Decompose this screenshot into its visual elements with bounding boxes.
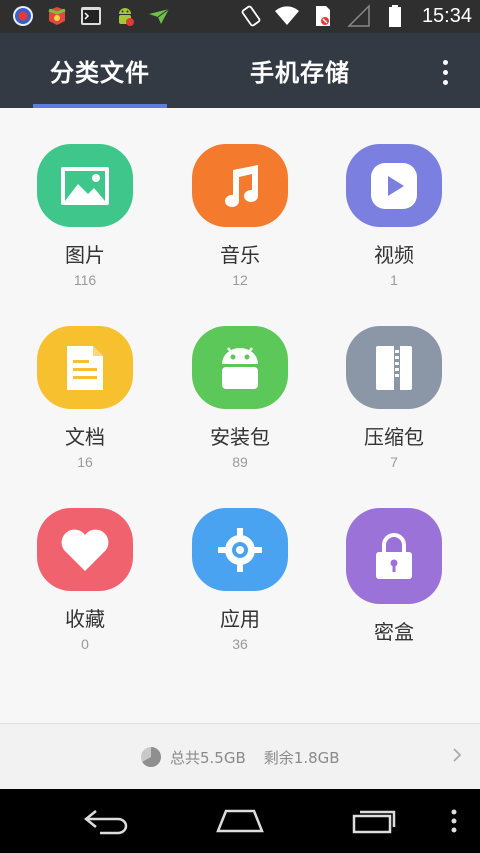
image-icon <box>37 144 133 227</box>
game-app-icon <box>44 4 70 28</box>
category-count: 12 <box>232 272 248 288</box>
category-label: 图片 <box>65 243 105 267</box>
category-safebox[interactable]: 密盒 <box>314 472 474 652</box>
wifi-icon <box>274 4 300 28</box>
category-apps[interactable]: 应用 36 <box>160 472 320 652</box>
sim-icon <box>310 4 336 28</box>
video-icon <box>346 144 442 227</box>
android-debug-icon <box>112 4 138 28</box>
menu-icon[interactable] <box>444 803 464 839</box>
tab-categories[interactable]: 分类文件 <box>33 33 167 108</box>
category-label: 应用 <box>220 607 260 631</box>
tab-phone-storage[interactable]: 手机存储 <box>225 33 375 108</box>
music-icon <box>192 144 288 227</box>
storage-pie-icon <box>141 747 162 767</box>
category-label: 音乐 <box>220 243 260 267</box>
category-count: 116 <box>73 272 97 288</box>
recents-icon[interactable] <box>348 803 400 839</box>
category-count: 16 <box>77 454 93 470</box>
category-label: 视频 <box>374 243 414 267</box>
category-label: 密盒 <box>374 620 414 644</box>
category-label: 安装包 <box>210 425 270 449</box>
android-icon <box>192 326 288 409</box>
category-count: 0 <box>81 636 89 652</box>
heart-icon <box>37 508 133 591</box>
category-apk[interactable]: 安装包 89 <box>160 290 320 470</box>
status-bar: 15:34 <box>0 0 480 33</box>
clock: 15:34 <box>421 4 472 27</box>
app-icon <box>192 508 288 591</box>
lock-icon <box>346 508 442 604</box>
terminal-icon <box>78 4 104 28</box>
battery-icon <box>382 4 408 28</box>
category-favorites[interactable]: 收藏 0 <box>5 472 165 652</box>
category-count: 1 <box>390 272 398 288</box>
more-vert-icon[interactable] <box>430 55 460 89</box>
category-label: 压缩包 <box>364 425 424 449</box>
system-nav-bar <box>0 789 480 853</box>
category-grid: 图片 116 音乐 12 视频 1 文档 16 安装包 89 压缩包 7 收藏 … <box>0 108 480 723</box>
chevron-right-icon <box>452 744 462 768</box>
signal-icon <box>346 4 372 28</box>
category-label: 收藏 <box>65 607 105 631</box>
category-label: 文档 <box>65 425 105 449</box>
category-count: 89 <box>232 454 248 470</box>
category-count: 36 <box>232 636 248 652</box>
category-video[interactable]: 视频 1 <box>314 108 474 288</box>
record-icon <box>10 4 36 28</box>
category-documents[interactable]: 文档 16 <box>5 290 165 470</box>
rotate-icon <box>238 4 264 28</box>
category-music[interactable]: 音乐 12 <box>160 108 320 288</box>
category-images[interactable]: 图片 116 <box>5 108 165 288</box>
storage-summary[interactable]: 总共5.5GB 剩余1.8GB <box>0 723 480 789</box>
storage-total: 总共5.5GB <box>170 748 246 767</box>
storage-remaining: 剩余1.8GB <box>263 748 340 767</box>
category-count: 7 <box>390 454 398 470</box>
document-icon <box>37 326 133 409</box>
paper-plane-icon <box>146 4 172 28</box>
back-icon[interactable] <box>80 803 132 839</box>
home-icon[interactable] <box>212 803 268 839</box>
top-tab-bar: 分类文件 手机存储 <box>0 33 480 108</box>
category-archives[interactable]: 压缩包 7 <box>314 290 474 470</box>
archive-icon <box>346 326 442 409</box>
